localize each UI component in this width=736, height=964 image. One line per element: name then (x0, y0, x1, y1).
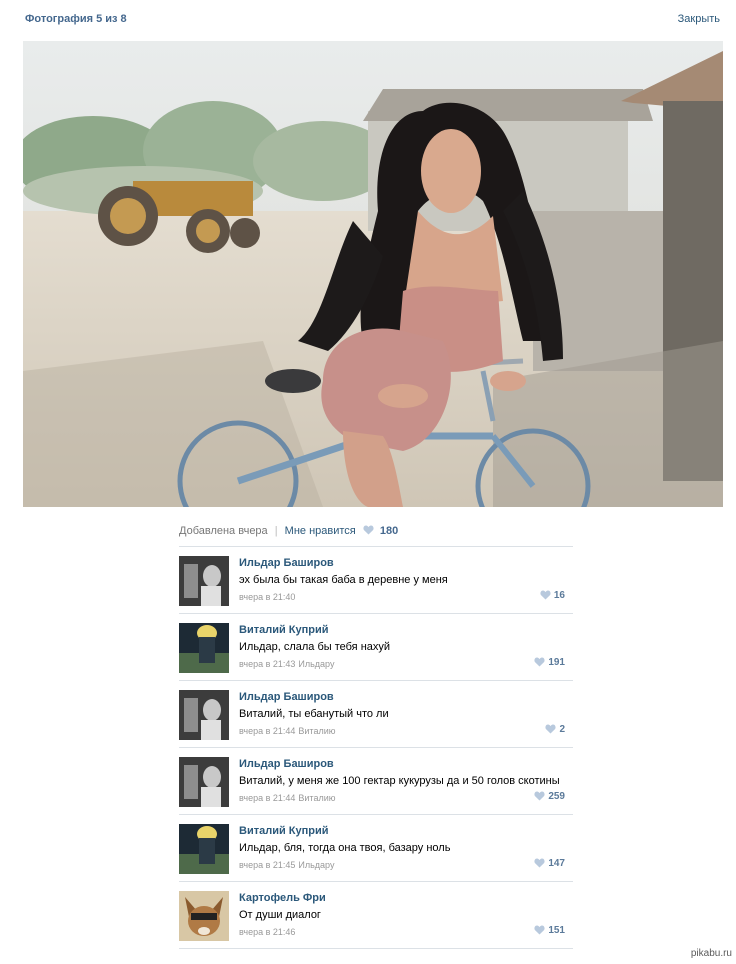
avatar-image (179, 824, 229, 874)
photo-info: Добавлена вчера | Мне нравится 180 (179, 525, 398, 537)
watermark: pikabu.ru (690, 948, 732, 959)
avatar[interactable] (179, 891, 229, 941)
comment-reply-to[interactable]: Ильдару (298, 659, 334, 669)
comment-like-button[interactable]: 2 (545, 724, 565, 735)
comment-text: Виталий, у меня же 100 гектар кукурузы д… (239, 775, 560, 787)
close-button[interactable]: Закрыть (678, 13, 720, 25)
avatar[interactable] (179, 690, 229, 740)
avatar-image (179, 690, 229, 740)
avatar-image (179, 757, 229, 807)
avatar[interactable] (179, 556, 229, 606)
comment-author[interactable]: Картофель Фри (239, 892, 326, 904)
comment-meta: вчера в 21:40 (239, 592, 298, 602)
comment-reply-to[interactable]: Ильдару (298, 860, 334, 870)
comment-meta: вчера в 21:44 Виталию (239, 726, 335, 736)
comment-text: эх была бы такая баба в деревне у меня (239, 574, 448, 586)
heart-icon (534, 791, 545, 801)
comment-time[interactable]: вчера в 21:43 (239, 659, 295, 669)
comment-reply-to[interactable]: Виталию (298, 793, 335, 803)
comment-item: Виталий Куприй Ильдар, слала бы тебя нах… (179, 613, 573, 680)
comment-meta: вчера в 21:44 Виталию (239, 793, 335, 803)
heart-icon (540, 590, 551, 600)
comment-like-count: 259 (548, 791, 565, 802)
heart-icon (534, 925, 545, 935)
comment-author[interactable]: Виталий Куприй (239, 825, 329, 837)
comment-item: Виталий Куприй Ильдар, бля, тогда она тв… (179, 814, 573, 881)
like-button[interactable]: Мне нравится (285, 525, 356, 537)
avatar[interactable] (179, 623, 229, 673)
divider (179, 948, 573, 950)
comment-time[interactable]: вчера в 21:44 (239, 726, 295, 736)
comment-item: Картофель Фри От души диалог вчера в 21:… (179, 881, 573, 948)
comment-like-button[interactable]: 151 (534, 925, 565, 936)
photo-illustration (23, 41, 723, 507)
comment-item: Ильдар Баширов Виталий, ты ебанутый что … (179, 680, 573, 747)
comment-author[interactable]: Ильдар Баширов (239, 691, 334, 703)
avatar[interactable] (179, 757, 229, 807)
comment-like-count: 151 (548, 925, 565, 936)
avatar[interactable] (179, 824, 229, 874)
added-date: Добавлена вчера (179, 525, 268, 537)
comment-reply-to[interactable]: Виталию (298, 726, 335, 736)
comment-like-button[interactable]: 191 (534, 657, 565, 668)
comment-author[interactable]: Ильдар Баширов (239, 557, 334, 569)
info-separator: | (274, 525, 278, 537)
comment-item: Ильдар Баширов эх была бы такая баба в д… (179, 546, 573, 613)
photo-like-count: 180 (379, 525, 399, 537)
heart-icon (545, 724, 557, 734)
comment-like-count: 16 (553, 590, 565, 601)
avatar-image (179, 891, 229, 941)
comment-meta: вчера в 21:46 (239, 927, 298, 937)
comments-list: Ильдар Баширов эх была бы такая баба в д… (179, 546, 573, 950)
comment-author[interactable]: Ильдар Баширов (239, 758, 334, 770)
photo-viewer-header: Фотография 5 из 8 Закрыть (0, 0, 736, 40)
heart-icon (534, 858, 545, 868)
comment-text: Ильдар, бля, тогда она твоя, базару ноль (239, 842, 451, 854)
comment-time[interactable]: вчера в 21:44 (239, 793, 295, 803)
comment-meta: вчера в 21:43 Ильдару (239, 659, 334, 669)
comment-like-button[interactable]: 16 (540, 590, 565, 601)
heart-icon[interactable] (363, 525, 374, 535)
comment-time[interactable]: вчера в 21:45 (239, 860, 295, 870)
comment-text: Виталий, ты ебанутый что ли (239, 708, 389, 720)
comment-time[interactable]: вчера в 21:40 (239, 592, 295, 602)
photo-counter-title: Фотография 5 из 8 (25, 13, 127, 25)
comment-text: От души диалог (239, 909, 321, 921)
avatar-image (179, 623, 229, 673)
comment-text: Ильдар, слала бы тебя нахуй (239, 641, 391, 653)
comment-like-count: 147 (548, 858, 565, 869)
comment-time[interactable]: вчера в 21:46 (239, 927, 295, 937)
comment-like-count: 191 (548, 657, 565, 668)
comment-like-button[interactable]: 147 (534, 858, 565, 869)
comment-item: Ильдар Баширов Виталий, у меня же 100 ге… (179, 747, 573, 814)
comment-like-button[interactable]: 259 (534, 791, 565, 802)
avatar-image (179, 556, 229, 606)
heart-icon (534, 657, 545, 667)
comment-like-count: 2 (559, 724, 565, 735)
main-photo[interactable] (23, 41, 723, 507)
comment-author[interactable]: Виталий Куприй (239, 624, 329, 636)
comment-meta: вчера в 21:45 Ильдару (239, 860, 334, 870)
